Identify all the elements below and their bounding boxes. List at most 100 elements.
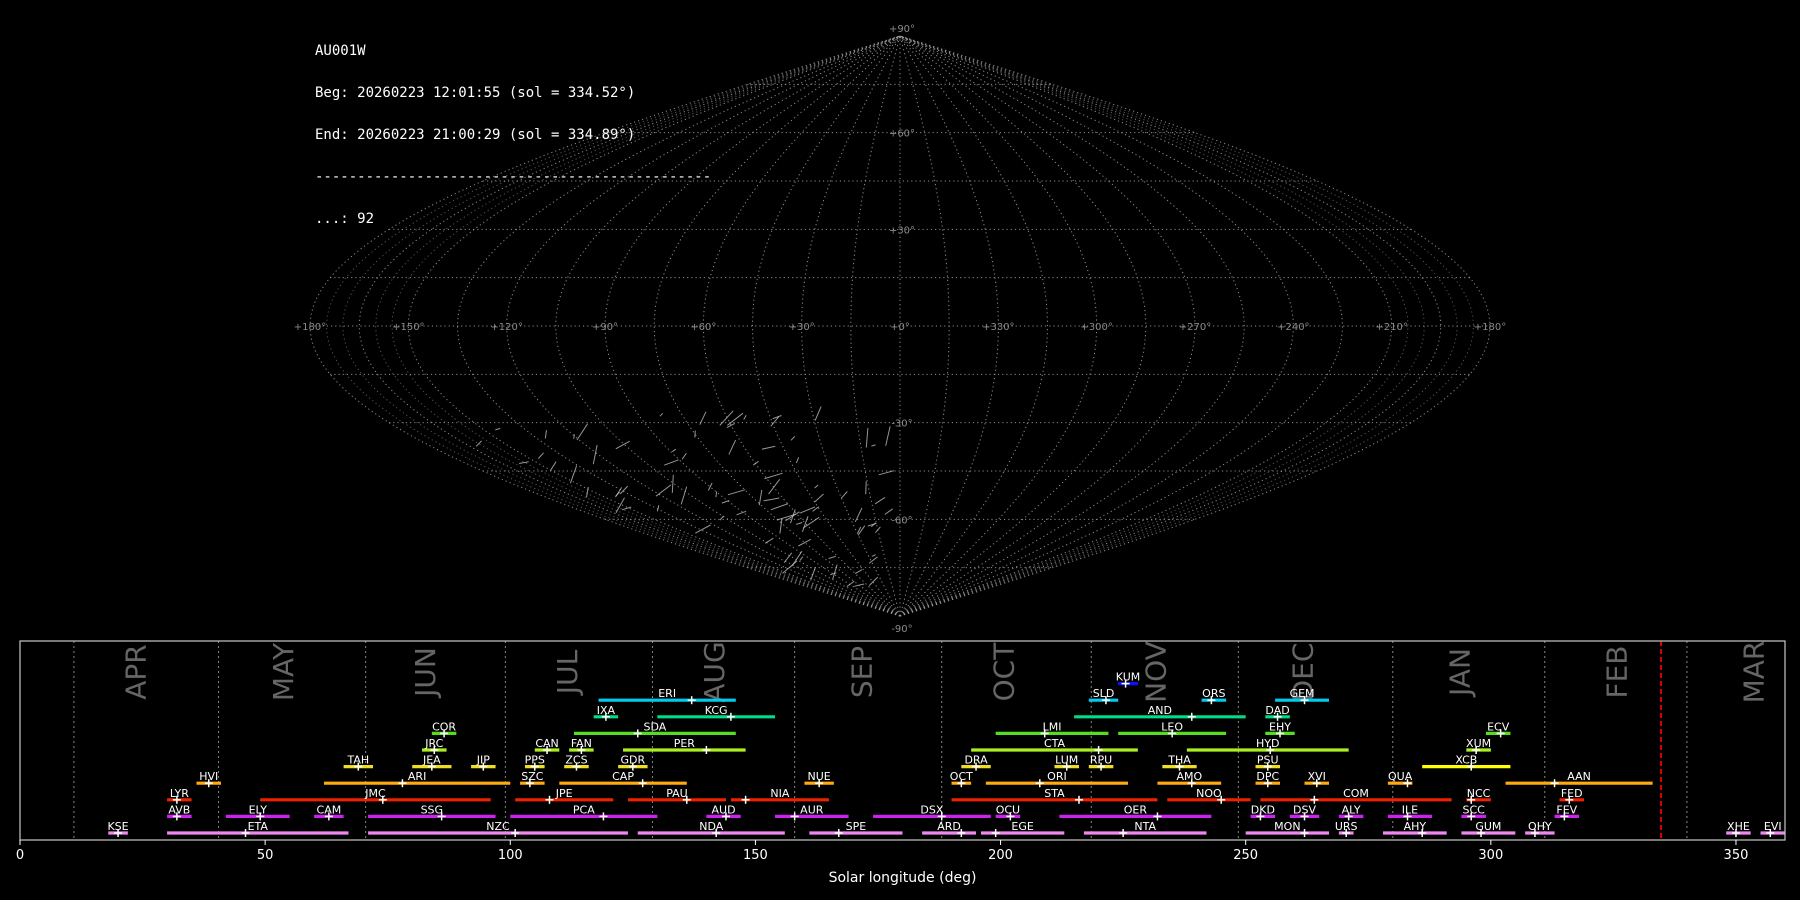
meteor-trail (758, 489, 763, 506)
shower-pca: PCA (510, 803, 658, 821)
month-label: NOV (1139, 641, 1172, 703)
meteor-trail (475, 440, 482, 447)
meteor-trail (875, 526, 881, 534)
shower-code-label: OHY (1528, 820, 1552, 833)
x-tick-label: 350 (1724, 848, 1749, 863)
lon-tick-label: +180° (294, 322, 326, 333)
shower-code-label: ETA (248, 820, 269, 833)
shower-xvi: XVI (1304, 770, 1330, 788)
meteor-trail (865, 427, 869, 448)
meteor-trail (586, 486, 589, 498)
x-tick-label: 250 (1233, 848, 1258, 863)
shower-eri: ERI (598, 687, 736, 705)
shower-code-label: OCT (950, 770, 973, 783)
shower-code-label: NUE (808, 770, 831, 783)
shower-pau: PAU (627, 787, 726, 804)
shower-ahy: AHY (1382, 820, 1447, 837)
shower-cor: COR (431, 720, 456, 738)
shower-fan: FAN (569, 737, 594, 754)
shower-szc: SZC (520, 770, 545, 788)
meteor-trail (681, 452, 687, 460)
meteor-trail (550, 461, 557, 471)
shower-sld: SLD (1088, 687, 1119, 705)
lon-tick-label: +300° (1080, 322, 1112, 333)
meridian-line (391, 35, 901, 617)
shower-lyr: LYR (167, 787, 192, 804)
shower-ile: ILE (1387, 803, 1432, 821)
shower-code-label: ECV (1487, 720, 1510, 733)
month-label: JUN (409, 647, 442, 699)
lon-tick-label: +120° (490, 322, 522, 333)
shower-ixa: IXA (593, 704, 619, 721)
shower-code-label: SZC (521, 770, 544, 783)
shower-code-label: URS (1335, 820, 1358, 833)
shower-code-label: ORI (1047, 770, 1067, 783)
shower-code-label: PAU (666, 787, 688, 800)
shower-ehy: EHY (1265, 720, 1295, 738)
shower-code-label: DAD (1265, 704, 1289, 717)
shower-nda: NDA (637, 820, 785, 837)
meteor-trail (519, 461, 529, 464)
meteor-trail (655, 484, 672, 497)
shower-code-label: AHY (1404, 820, 1427, 833)
shower-xcb: XCB (1422, 754, 1511, 771)
meteor-trail (791, 550, 803, 567)
lon-tick-label: +150° (392, 322, 424, 333)
shower-lum: LUM (1054, 754, 1079, 771)
shower-noo: NOO (1167, 787, 1251, 804)
lon-tick-label: +60° (690, 322, 716, 333)
shower-code-label: ARI (408, 770, 426, 783)
meteor-trail (694, 430, 696, 438)
shower-code-label: JPE (555, 787, 573, 800)
shower-code-label: NOO (1196, 787, 1222, 800)
shower-code-label: OER (1124, 803, 1148, 816)
shower-code-label: DPC (1256, 770, 1279, 783)
shower-per: PER (623, 737, 746, 754)
shower-jmc: JMC (260, 787, 491, 804)
shower-ohy: OHY (1525, 820, 1555, 837)
shower-ncc: NCC (1466, 787, 1491, 804)
shower-kum: KUM (1116, 671, 1140, 688)
meteor-trail (592, 444, 598, 465)
month-label: FEB (1600, 645, 1633, 698)
shower-code-label: CTA (1044, 737, 1066, 750)
shower-code-label: ILE (1402, 803, 1418, 816)
lon-tick-label: +240° (1277, 322, 1309, 333)
shower-lmi: LMI (995, 720, 1109, 738)
lon-tick-label: +180° (1474, 322, 1506, 333)
shower-code-label: GDR (621, 754, 646, 767)
lat-tick-label: -60° (891, 515, 912, 526)
meteor-trail (736, 510, 747, 516)
shower-code-label: SDA (644, 720, 667, 733)
shower-code-label: XCB (1455, 754, 1477, 767)
shower-jpe: JPE (515, 787, 614, 804)
meteor-trail (752, 460, 759, 466)
month-label: APR (120, 644, 153, 700)
meteor-trail (885, 426, 891, 446)
sky-map: +90° +60° +30° -30° -60° -90° +180° +150° +120° +… (294, 24, 1506, 635)
shower-dsv: DSV (1289, 803, 1320, 821)
meteor-trail (854, 569, 863, 575)
month-label: MAY (267, 642, 300, 701)
shower-code-label: LYR (170, 787, 189, 800)
shower-code-label: PCA (573, 803, 595, 816)
shower-code-label: XVI (1308, 770, 1326, 783)
shower-code-label: IXA (597, 704, 616, 717)
shower-code-label: JEA (422, 754, 441, 767)
shower-nta: NTA (1083, 820, 1207, 837)
meteor-trail (854, 507, 863, 523)
meteor-trail (840, 491, 848, 499)
lon-tick-label: +210° (1375, 322, 1407, 333)
shower-code-label: CAP (612, 770, 634, 783)
shower-qua: QUA (1387, 770, 1413, 788)
meteor-trail (783, 552, 793, 563)
shower-code-label: AAN (1567, 770, 1591, 783)
shower-scc: SCC (1461, 803, 1486, 821)
shower-code-label: KUM (1116, 671, 1140, 684)
shower-hvi: HVI (196, 770, 222, 788)
meteor-trail (764, 537, 774, 544)
shower-tah: TAH (343, 754, 373, 771)
month-label: SEP (845, 646, 878, 698)
shower-code-label: STA (1044, 787, 1065, 800)
lat-tick-label: +30° (889, 225, 915, 236)
